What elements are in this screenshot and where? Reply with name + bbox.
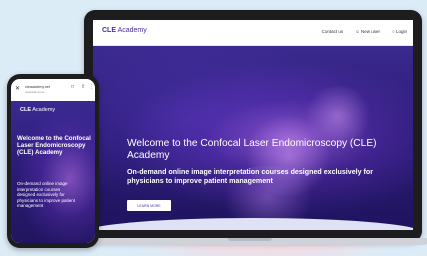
- nav-contact-us[interactable]: Contact us: [322, 29, 344, 34]
- phone-logo-sub: Academy: [32, 107, 56, 113]
- hero-wave-divider: [93, 218, 413, 230]
- phone-screen: ✕ cleacademy.net cleacademy.net □ ⇧ ⋮ CL…: [11, 79, 95, 243]
- nav-new-user-label: New user: [360, 29, 380, 34]
- learn-more-button[interactable]: LEARN MORE: [127, 200, 171, 211]
- site-logo[interactable]: CLE Academy: [102, 27, 147, 34]
- hero-banner: Welcome to the Confocal Laser Endomicros…: [93, 46, 413, 230]
- hero-title: Welcome to the Confocal Laser Endomicros…: [127, 138, 377, 161]
- site-header: CLE Academy Contact us ☺ New user ○ Logi…: [93, 20, 413, 46]
- phone-hero-title: Welcome to the Confocal Laser Endomicros…: [17, 135, 91, 157]
- nav-login-label: Login: [395, 29, 407, 34]
- phone-logo-main: CLE: [20, 107, 31, 113]
- nav-new-user[interactable]: ☺ New user: [355, 29, 380, 34]
- logo-sub-text: Academy: [117, 27, 147, 34]
- phone-hero: CLE Academy Welcome to the Confocal Lase…: [11, 101, 95, 243]
- phone-url-sub: cleacademy.net: [25, 90, 45, 94]
- hero-subtitle: On-demand online image interpretation co…: [127, 168, 373, 185]
- nav-login[interactable]: ○ Login: [392, 29, 407, 34]
- hero-image-organ: [303, 86, 373, 146]
- phone-logo[interactable]: CLE Academy: [20, 107, 55, 113]
- phone-url[interactable]: cleacademy.net: [25, 85, 50, 89]
- close-icon[interactable]: ✕: [15, 85, 20, 92]
- logo-main-text: CLE: [102, 27, 116, 34]
- phone-device: ✕ cleacademy.net cleacademy.net □ ⇧ ⋮ CL…: [7, 74, 99, 248]
- laptop-notch: [228, 238, 272, 241]
- header-nav: Contact us ☺ New user ○ Login: [322, 29, 407, 34]
- more-icon[interactable]: ⋮: [89, 84, 94, 90]
- phone-hero-subtitle: On-demand online image interpretation co…: [17, 181, 76, 208]
- laptop-device: CLE Academy Contact us ☺ New user ○ Logi…: [84, 10, 422, 242]
- share-icon[interactable]: ⇧: [81, 84, 85, 90]
- user-icon: ☺: [355, 29, 360, 34]
- phone-browser-bar: ✕ cleacademy.net cleacademy.net □ ⇧ ⋮: [11, 79, 95, 102]
- lock-icon: ○: [392, 29, 395, 34]
- bookmark-icon[interactable]: □: [71, 84, 74, 90]
- laptop-screen: CLE Academy Contact us ☺ New user ○ Logi…: [93, 20, 413, 230]
